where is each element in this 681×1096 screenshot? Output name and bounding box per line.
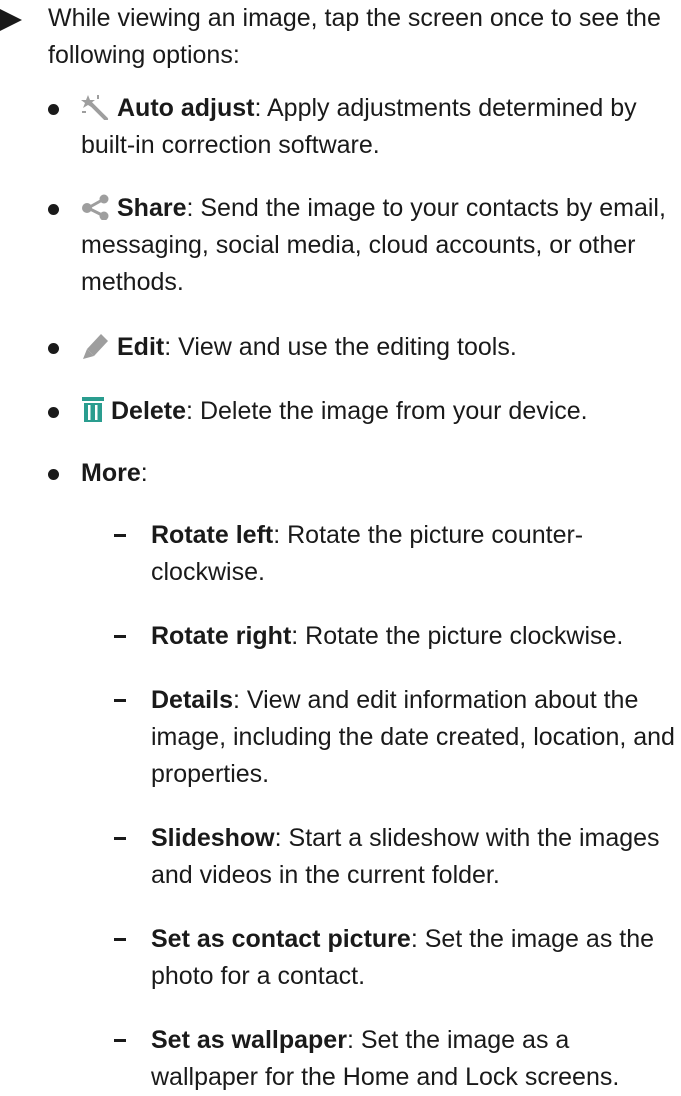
more-option-rotate-right: Rotate right: Rotate the picture clockwi… bbox=[114, 618, 678, 655]
more-option-title: Rotate left bbox=[151, 521, 274, 549]
option-desc: : View and use the editing tools. bbox=[164, 333, 517, 361]
more-option-title: Rotate right bbox=[151, 622, 292, 650]
bullet bbox=[48, 204, 59, 215]
option-title: More bbox=[81, 459, 141, 487]
dash-bullet bbox=[114, 938, 126, 941]
more-option-title: Set as wallpaper bbox=[151, 1026, 347, 1054]
option-title: Edit bbox=[117, 333, 165, 361]
option-share: Share: Send the image to your contacts b… bbox=[48, 190, 678, 301]
share-icon bbox=[81, 194, 111, 220]
more-option-title: Slideshow bbox=[151, 824, 275, 852]
delete-trash-icon bbox=[81, 395, 105, 423]
arrow-bullet-icon bbox=[0, 9, 22, 31]
more-option-desc: : Rotate the picture clockwise. bbox=[291, 622, 624, 650]
option-edit: Edit: View and use the editing tools. bbox=[48, 329, 678, 366]
intro-text: While viewing an image, tap the screen o… bbox=[48, 4, 661, 69]
option-auto-adjust: Auto adjust: Apply adjustments determine… bbox=[48, 90, 678, 164]
more-option-title: Details bbox=[151, 686, 233, 714]
bullet bbox=[48, 469, 59, 480]
option-desc: : bbox=[140, 459, 148, 487]
option-title: Share bbox=[117, 194, 187, 222]
dash-bullet bbox=[114, 699, 126, 702]
more-option-slideshow: Slideshow: Start a slideshow with the im… bbox=[114, 820, 678, 894]
bullet bbox=[48, 407, 59, 418]
option-title: Auto adjust bbox=[117, 94, 255, 122]
more-option-rotate-left: Rotate left: Rotate the picture counter-… bbox=[114, 517, 678, 591]
more-option-set-wallpaper: Set as wallpaper: Set the image as a wal… bbox=[114, 1022, 678, 1096]
dash-bullet bbox=[114, 534, 126, 537]
more-option-title: Set as contact picture bbox=[151, 925, 411, 953]
dash-bullet bbox=[114, 837, 126, 840]
more-option-details: Details: View and edit information about… bbox=[114, 682, 678, 793]
bullet bbox=[48, 104, 59, 115]
option-delete: Delete: Delete the image from your devic… bbox=[48, 393, 678, 430]
option-desc: : Delete the image from your device. bbox=[186, 397, 588, 425]
option-title: Delete bbox=[111, 397, 187, 425]
more-option-set-contact-picture: Set as contact picture: Set the image as… bbox=[114, 921, 678, 995]
option-more: More: bbox=[48, 455, 678, 492]
dash-bullet bbox=[114, 1039, 126, 1042]
edit-pencil-icon bbox=[81, 331, 111, 359]
dash-bullet bbox=[114, 635, 126, 638]
bullet bbox=[48, 343, 59, 354]
auto-adjust-wand-icon bbox=[81, 94, 111, 120]
